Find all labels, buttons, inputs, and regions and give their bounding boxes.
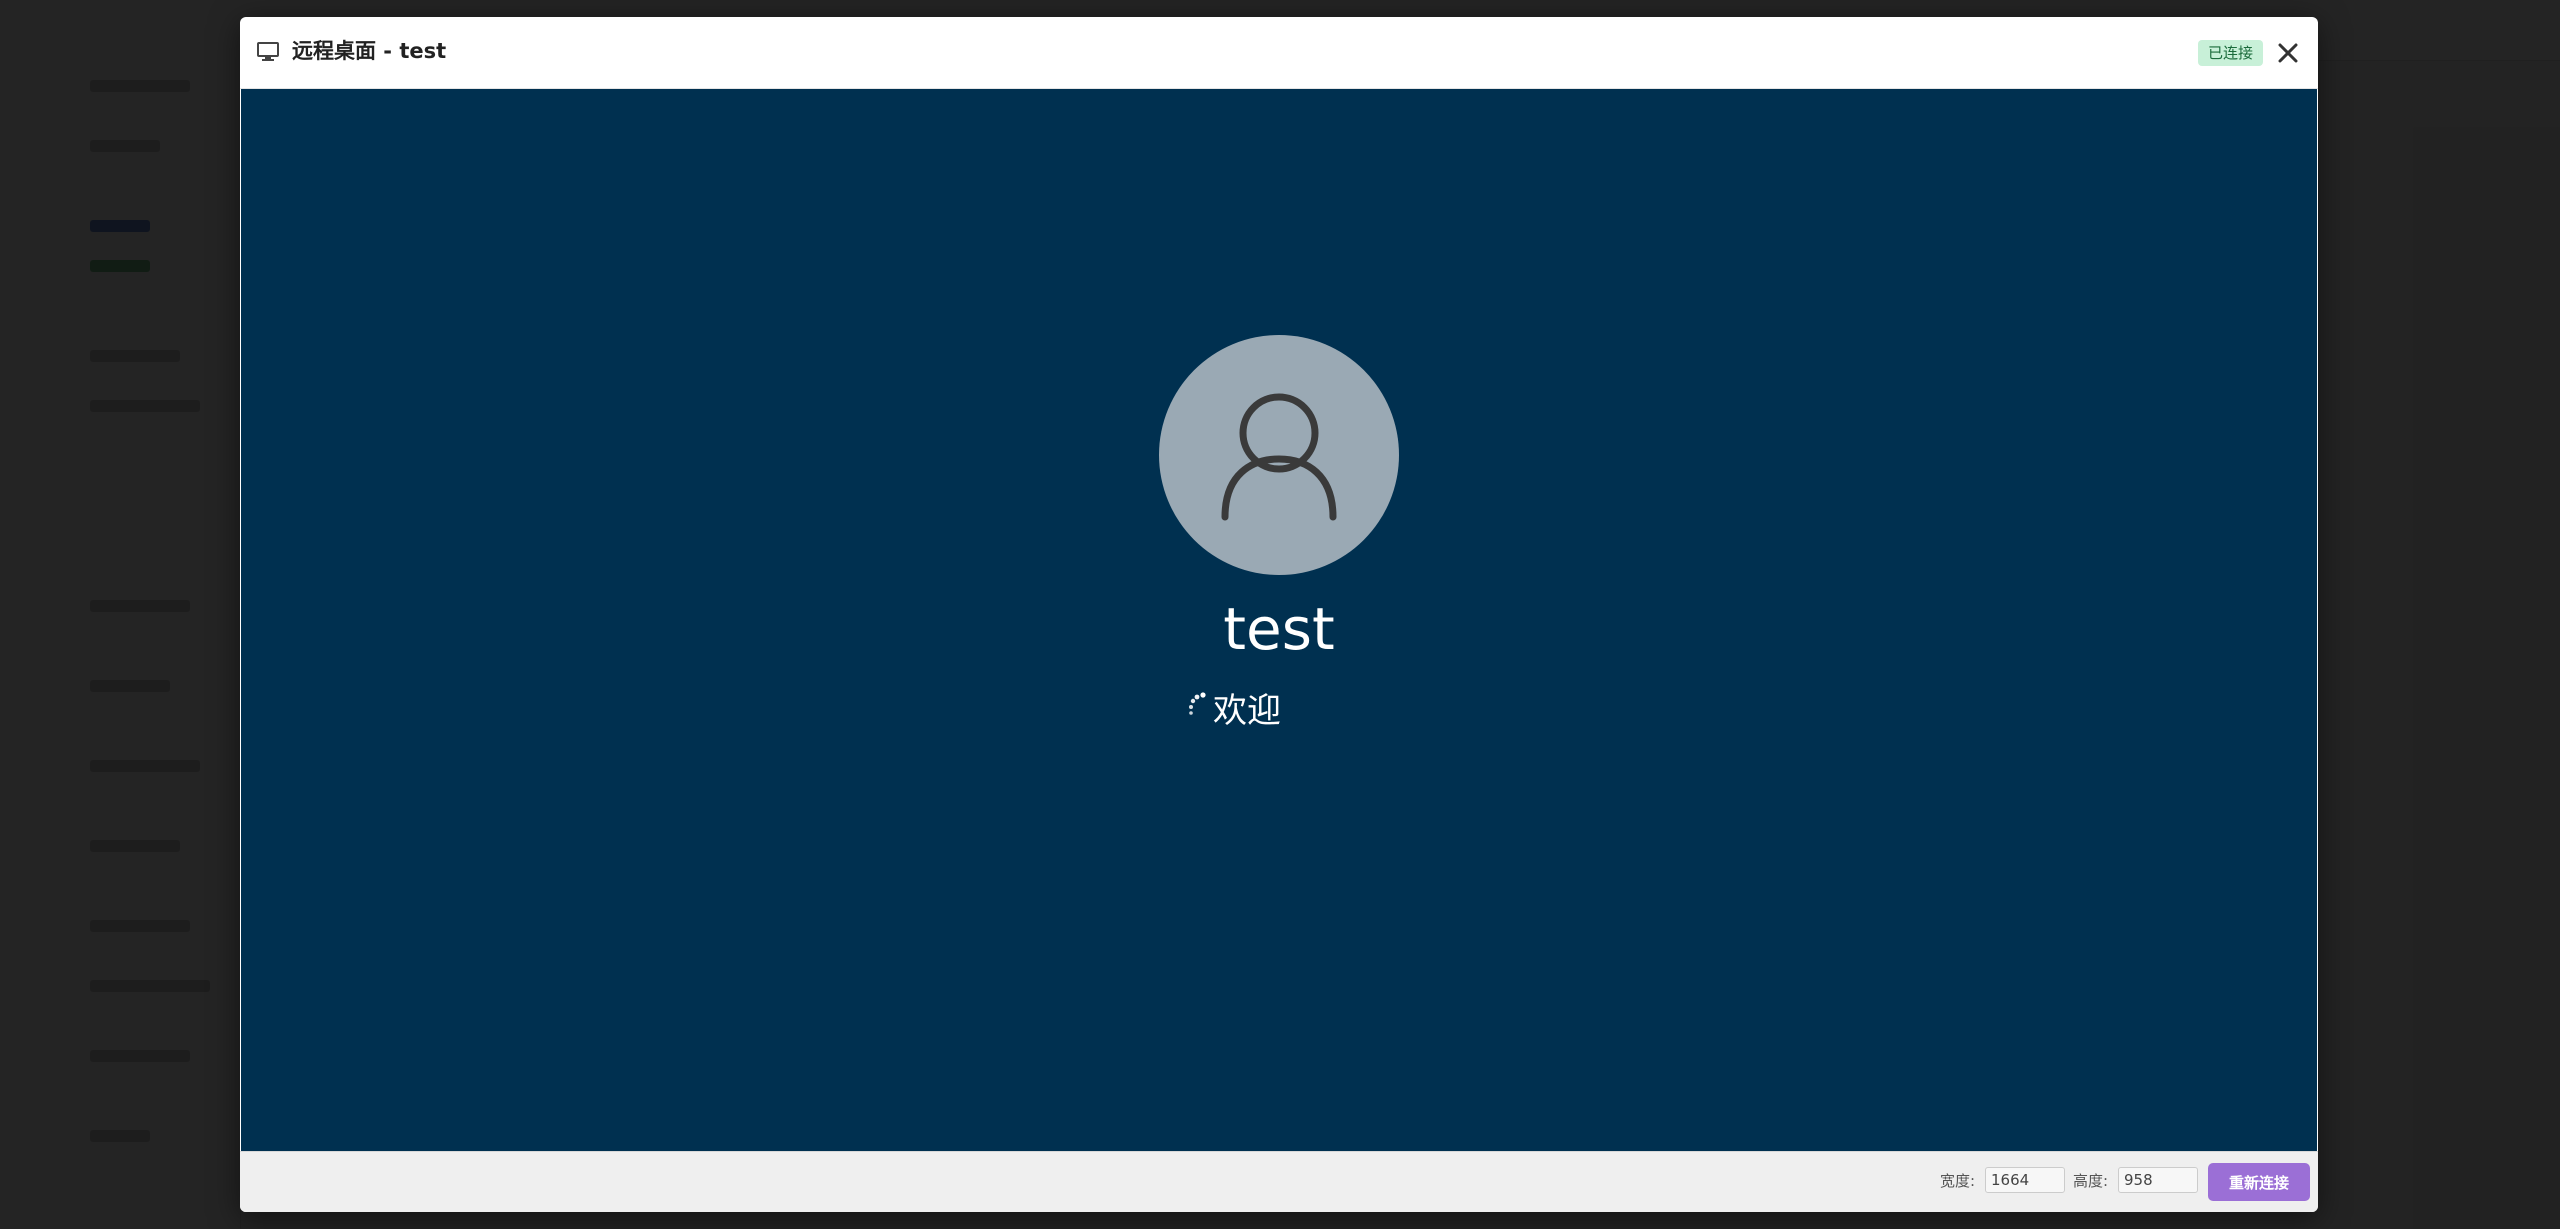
remote-desktop-modal: 远程桌面 - test 已连接 test 欢迎 宽度: 1664 高度: 958… [240,17,2318,1212]
modal-title: 远程桌面 - test [292,39,447,63]
connection-status-badge: 已连接 [2198,40,2264,66]
width-input[interactable] [1985,1167,2065,1193]
close-button[interactable] [2270,35,2306,71]
user-icon [1221,393,1337,521]
modal-header: 远程桌面 - test 已连接 [240,17,2318,89]
user-avatar [1159,335,1399,575]
reconnect-button[interactable]: 重新连接 [2208,1163,2310,1201]
width-label: 宽度: [1940,1172,1976,1190]
monitor-icon [256,41,282,63]
welcome-row: 欢迎 [1179,686,1379,736]
remote-desktop-screen[interactable]: test 欢迎 [241,89,2317,1151]
height-input[interactable] [2118,1167,2198,1193]
welcome-text: 欢迎 [1213,691,1281,731]
height-label: 高度: [2073,1172,2109,1190]
close-icon [2278,43,2298,63]
remote-user-name: test [1223,595,1335,663]
modal-footer: 宽度: 高度: 重新连接 [240,1151,2318,1212]
